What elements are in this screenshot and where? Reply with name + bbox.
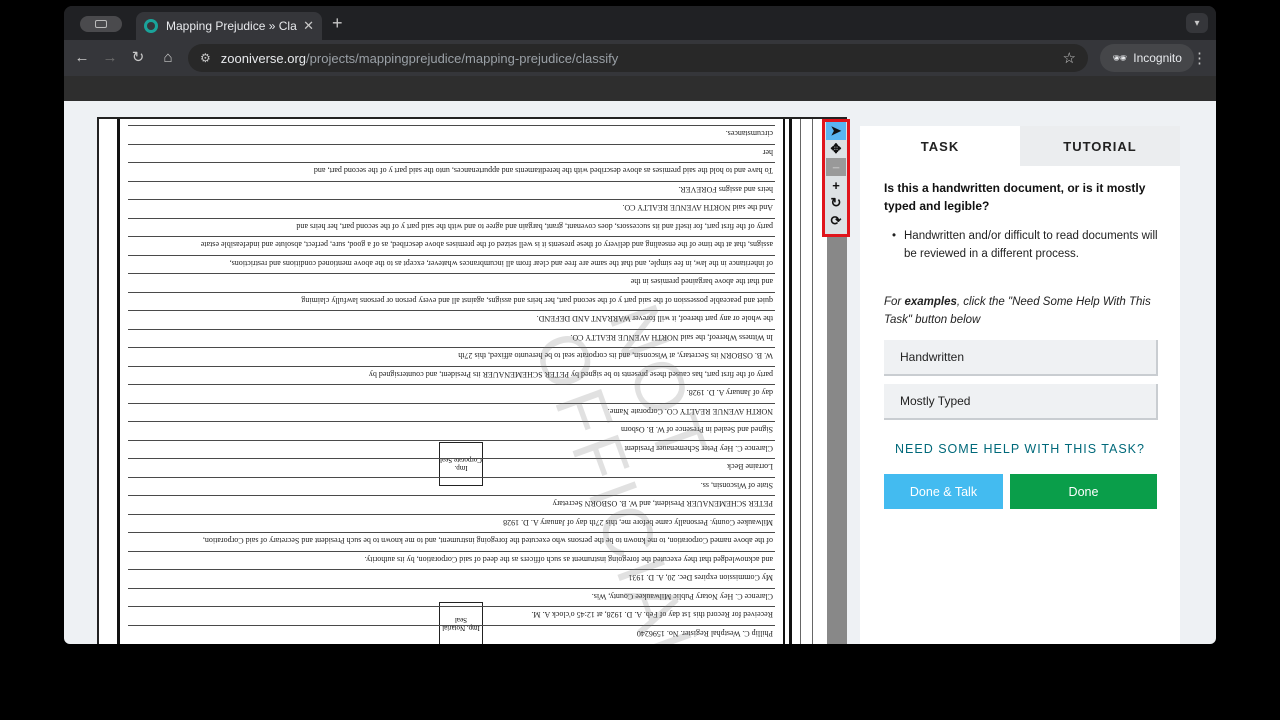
- tab-list-chevron-icon[interactable]: ▾: [1186, 13, 1208, 33]
- zooniverse-header: [64, 76, 1216, 101]
- url-path: /projects/mappingprejudice/mapping-preju…: [306, 50, 619, 66]
- incognito-label: Incognito: [1133, 51, 1182, 65]
- document-rule: [128, 181, 775, 182]
- browser-toolbar: ← → ↻ ⌂ ⚙ zooniverse.org/projects/mappin…: [64, 40, 1216, 76]
- document-text-line: assigns, that at the time of the enseali…: [200, 240, 773, 250]
- reload-icon[interactable]: ↻: [128, 48, 148, 68]
- done-button[interactable]: Done: [1010, 474, 1157, 509]
- browser-menu-icon[interactable]: ⋮: [1192, 49, 1207, 67]
- task-note: Handwritten and/or difficult to read doc…: [892, 227, 1164, 263]
- document-text-line: of inheritance in the law, in fee simple…: [229, 259, 773, 268]
- document-text-line: And the said NORTH AVENUE REALTY CO.: [622, 203, 773, 213]
- task-tabs: TASK TUTORIAL: [860, 126, 1180, 166]
- document-text-line: heirs and assigns FOREVER.: [678, 185, 773, 194]
- document-rule: [128, 125, 775, 127]
- tab-search-icon[interactable]: [80, 16, 122, 32]
- tab-tutorial[interactable]: TUTORIAL: [1020, 126, 1180, 166]
- document-text-line: circumstances.: [725, 129, 773, 139]
- incognito-icon: 🕶: [1112, 51, 1128, 65]
- document-rule: [128, 255, 775, 256]
- back-icon[interactable]: ←: [72, 48, 92, 68]
- document-rule: [128, 273, 775, 275]
- notarial-seal: Imp. Notarial Seal: [439, 602, 483, 644]
- site-info-icon[interactable]: ⚙: [200, 51, 211, 65]
- tab-strip: Mapping Prejudice » Classify ✕ + ▾: [64, 6, 1216, 40]
- close-tab-icon[interactable]: ✕: [303, 18, 314, 34]
- example-prefix: For: [884, 296, 905, 308]
- home-icon[interactable]: ⌂: [158, 48, 178, 68]
- need-help-link[interactable]: NEED SOME HELP WITH THIS TASK?: [884, 442, 1156, 456]
- browser-window: Mapping Prejudice » Classify ✕ + ▾ ← → ↻…: [64, 6, 1216, 644]
- zoom-in-icon[interactable]: +: [826, 176, 846, 194]
- subject-viewer[interactable]: Imp. Notarial Seal Imp. Corporate Seal P…: [97, 117, 847, 644]
- corporate-seal: Imp. Corporate Seal: [439, 442, 483, 486]
- address-bar[interactable]: ⚙ zooniverse.org/projects/mappingprejudi…: [188, 44, 1088, 72]
- pointer-icon[interactable]: ➤: [826, 122, 846, 140]
- document-text-line: quiet and peaceable possession of the sa…: [301, 296, 773, 305]
- tab-title: Mapping Prejudice » Classify: [166, 19, 297, 33]
- answer-mostly-typed[interactable]: Mostly Typed: [884, 384, 1158, 420]
- bookmark-star-icon[interactable]: ☆: [1063, 49, 1076, 67]
- document-margin: [789, 119, 823, 644]
- notarial-seal-text: Imp. Notarial Seal: [442, 616, 480, 632]
- task-panel: TASK TUTORIAL Is this a handwritten docu…: [860, 126, 1180, 644]
- browser-tab[interactable]: Mapping Prejudice » Classify ✕: [136, 12, 322, 40]
- new-tab-icon[interactable]: +: [332, 14, 343, 32]
- zooniverse-favicon-icon: [144, 19, 158, 33]
- incognito-badge[interactable]: 🕶 Incognito: [1100, 44, 1194, 72]
- rotate-icon[interactable]: ↻: [826, 194, 846, 212]
- document-text-line: To have and to hold the said premises as…: [313, 166, 773, 176]
- document-text-line: and that the above bargained premises in…: [630, 277, 773, 287]
- document-rule: [128, 292, 775, 293]
- document-text-line: her: [762, 148, 773, 157]
- document-rule: [128, 310, 775, 312]
- answer-handwritten[interactable]: Handwritten: [884, 340, 1158, 376]
- move-icon[interactable]: ✥: [826, 140, 846, 158]
- tab-task[interactable]: TASK: [860, 126, 1020, 166]
- done-and-talk-button[interactable]: Done & Talk: [884, 474, 1003, 509]
- example-bold: examples: [904, 296, 957, 308]
- task-question: Is this a handwritten document, or is it…: [884, 181, 1146, 213]
- document-text-line: party of the first part, for itself and …: [296, 222, 773, 231]
- reset-icon[interactable]: ⟳: [826, 212, 846, 230]
- document-text-line: Lorraine Beck: [727, 462, 773, 472]
- forward-icon[interactable]: →: [100, 48, 120, 68]
- example-hint: For examples, click the "Need Some Help …: [884, 293, 1164, 329]
- document-rule: [128, 162, 775, 164]
- document-rule: [128, 218, 775, 219]
- document-rule: [128, 199, 775, 201]
- page-content: Imp. Notarial Seal Imp. Corporate Seal P…: [64, 76, 1216, 644]
- document-rule: [128, 236, 775, 238]
- url-domain: zooniverse.org: [220, 50, 307, 66]
- image-tools-palette: ➤ ✥ − + ↻ ⟳: [822, 119, 850, 237]
- zoom-out-icon[interactable]: −: [826, 158, 846, 176]
- document-rule: [128, 144, 775, 145]
